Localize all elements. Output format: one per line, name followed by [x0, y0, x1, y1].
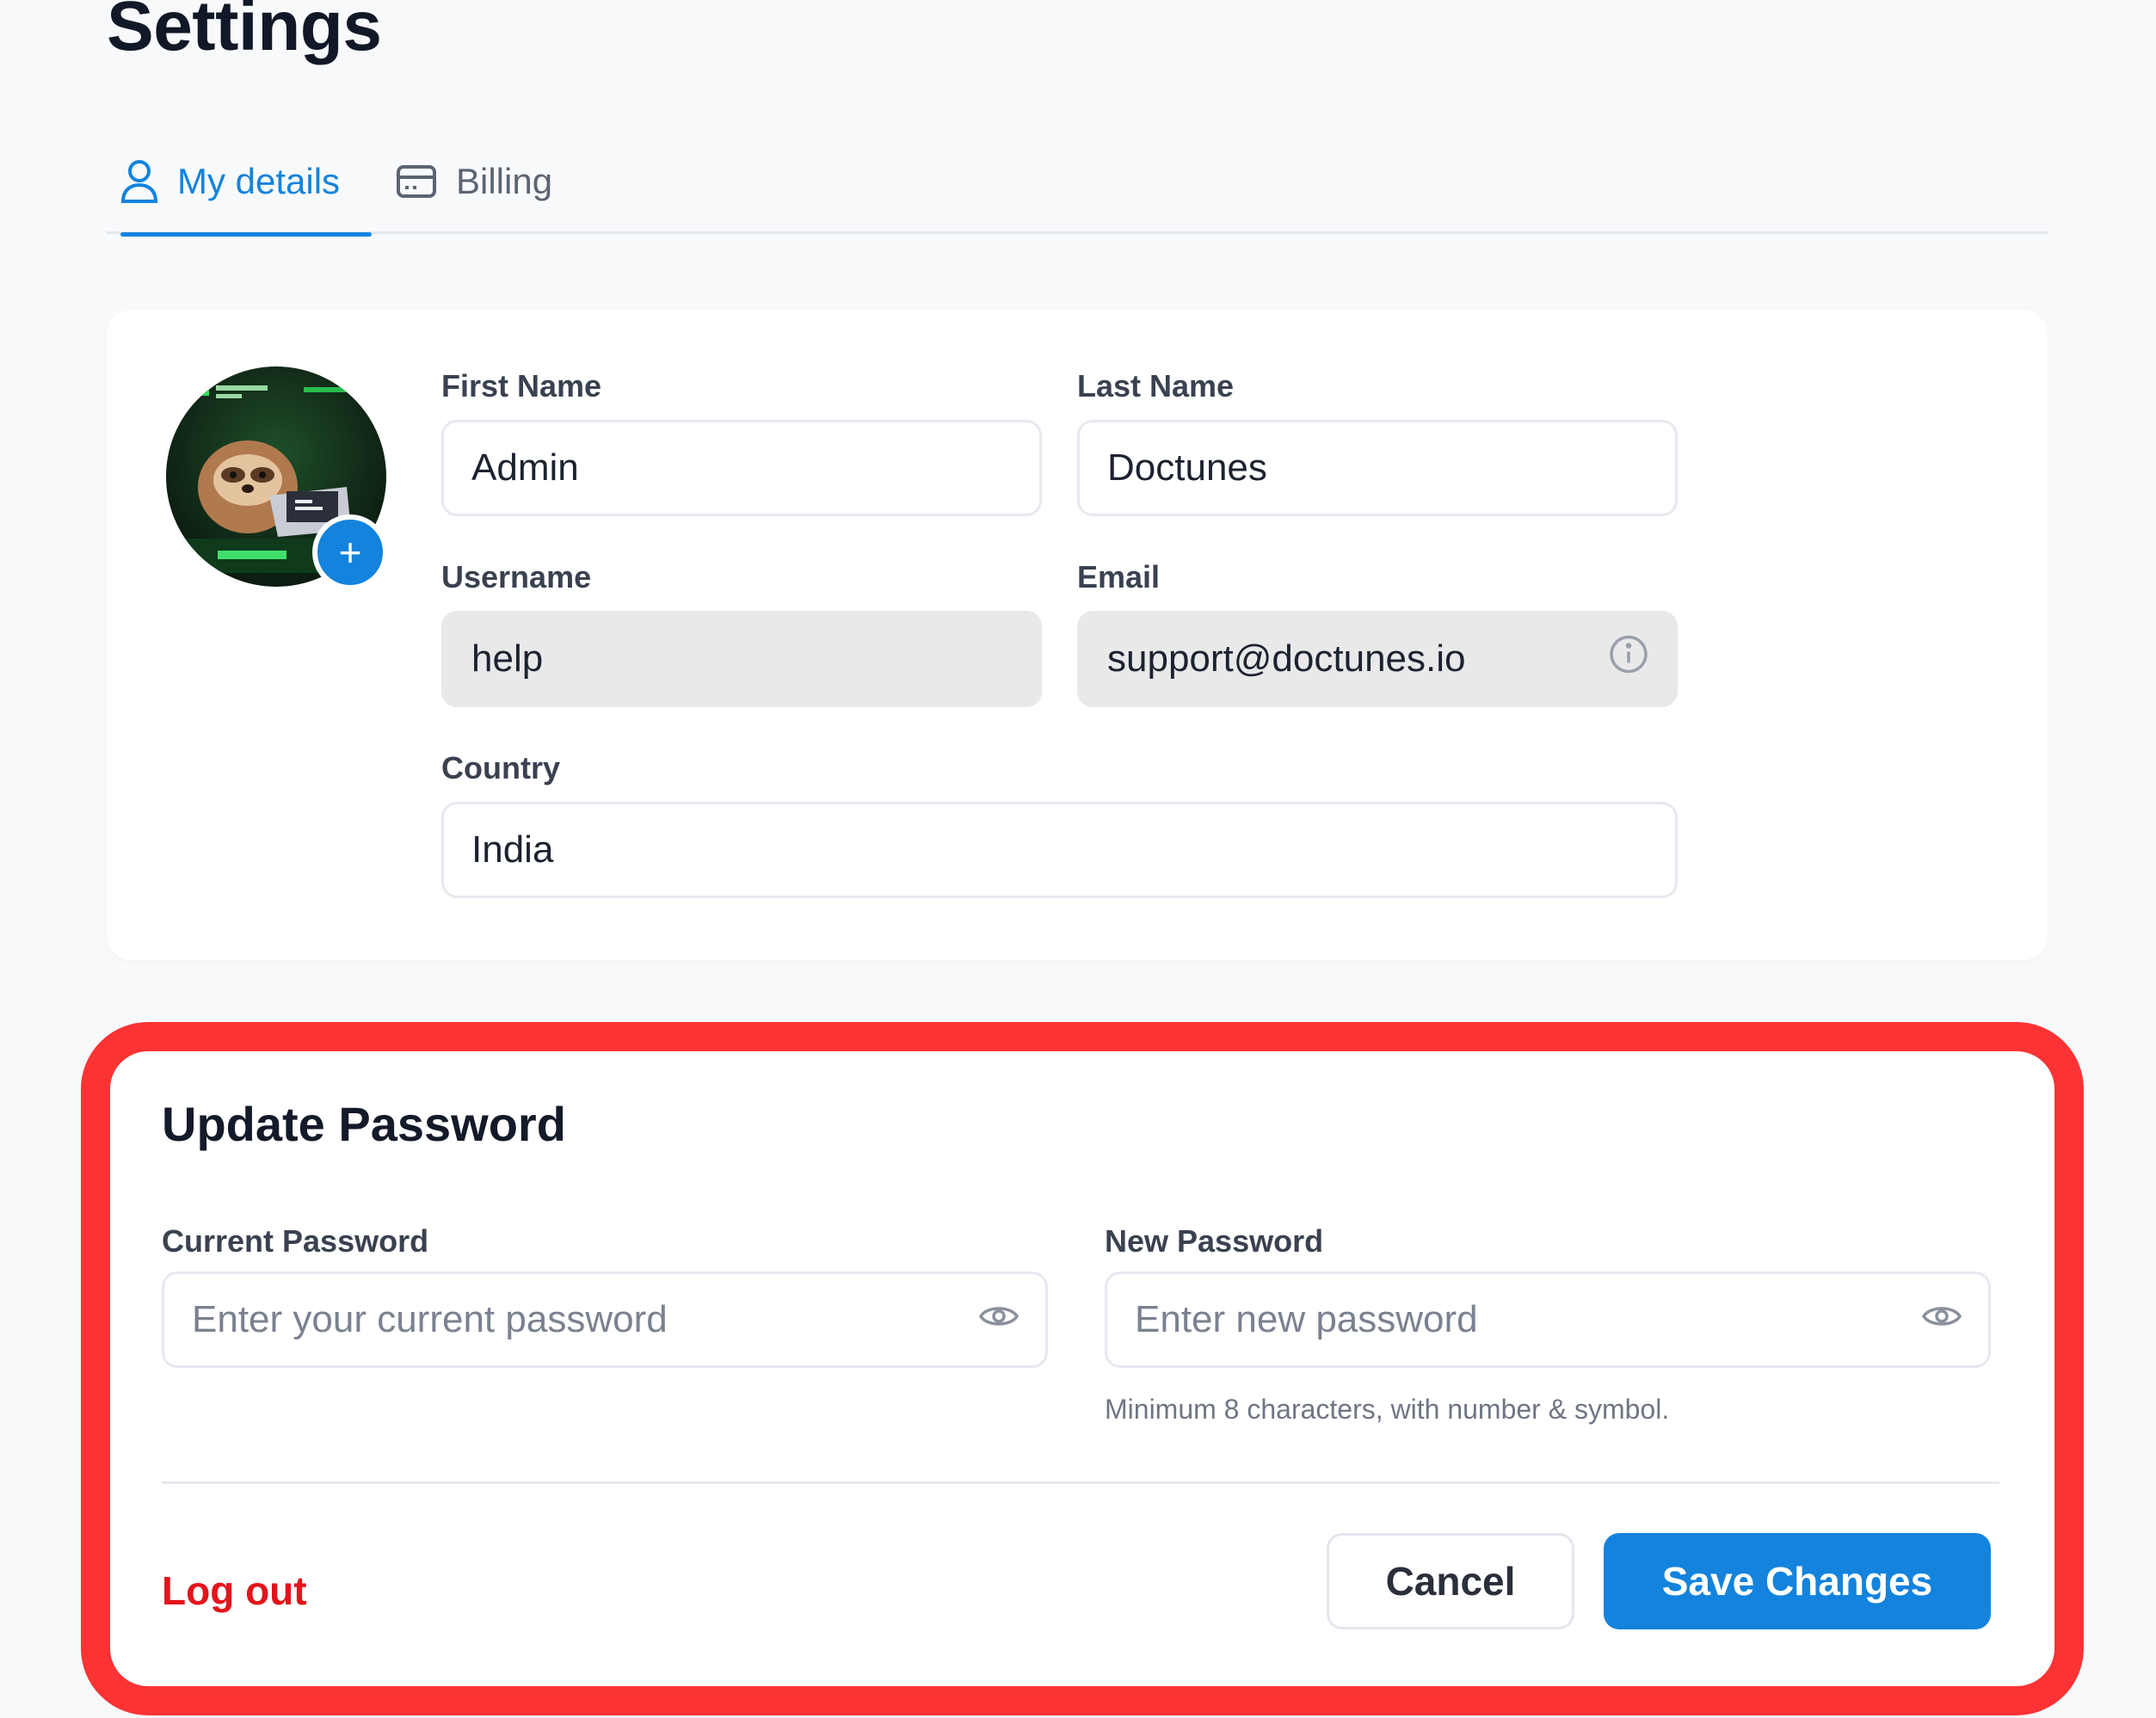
add-avatar-button[interactable]: +: [312, 514, 388, 590]
username-label: Username: [441, 559, 592, 594]
tab-billing[interactable]: Billing: [396, 129, 552, 234]
new-password-label: New Password: [1105, 1223, 1324, 1259]
tab-label: My details: [177, 161, 341, 201]
info-icon[interactable]: [1608, 634, 1649, 685]
page-title: Settings: [107, 0, 382, 65]
avatar-container: +: [166, 366, 390, 590]
password-hint: Minimum 8 characters, with number & symb…: [1105, 1394, 1670, 1425]
last-name-input[interactable]: [1107, 446, 1648, 490]
settings-page: Settings My details Billing + First Name…: [0, 0, 2156, 1718]
update-password-card: Update Password Current Password New Pas…: [81, 1022, 2084, 1715]
email-value: support@doctunes.io: [1107, 637, 1466, 680]
credit-card-icon: [396, 164, 437, 199]
username-field: help: [441, 611, 1042, 707]
country-label: Country: [441, 750, 560, 785]
tab-label: Billing: [456, 161, 553, 201]
new-password-input[interactable]: [1135, 1298, 1961, 1341]
country-field[interactable]: [441, 802, 1678, 898]
active-tab-indicator: [120, 232, 372, 237]
email-field: support@doctunes.io: [1077, 611, 1678, 707]
eye-icon[interactable]: [1921, 1298, 1962, 1341]
current-password-label: Current Password: [162, 1223, 429, 1259]
country-input[interactable]: [471, 828, 1648, 871]
user-icon: [120, 159, 158, 204]
section-divider: [162, 1481, 1999, 1484]
profile-details-card: + First Name Last Name Username help Ema…: [107, 310, 2048, 960]
cancel-button[interactable]: Cancel: [1327, 1533, 1574, 1629]
current-password-field[interactable]: [162, 1272, 1048, 1368]
first-name-input[interactable]: [471, 446, 1012, 490]
first-name-label: First Name: [441, 368, 602, 403]
email-label: Email: [1077, 559, 1161, 594]
new-password-field[interactable]: [1105, 1272, 1991, 1368]
logout-link[interactable]: Log out: [162, 1567, 307, 1614]
tab-bar: My details Billing: [107, 129, 2048, 237]
eye-icon[interactable]: [978, 1298, 1019, 1341]
tab-my-details[interactable]: My details: [120, 129, 372, 237]
current-password-input[interactable]: [192, 1298, 1018, 1341]
username-value: help: [471, 637, 544, 680]
last-name-field[interactable]: [1077, 420, 1678, 516]
update-password-title: Update Password: [162, 1097, 566, 1151]
first-name-field[interactable]: [441, 420, 1042, 516]
save-changes-button[interactable]: Save Changes: [1604, 1533, 1991, 1629]
last-name-label: Last Name: [1077, 368, 1235, 403]
